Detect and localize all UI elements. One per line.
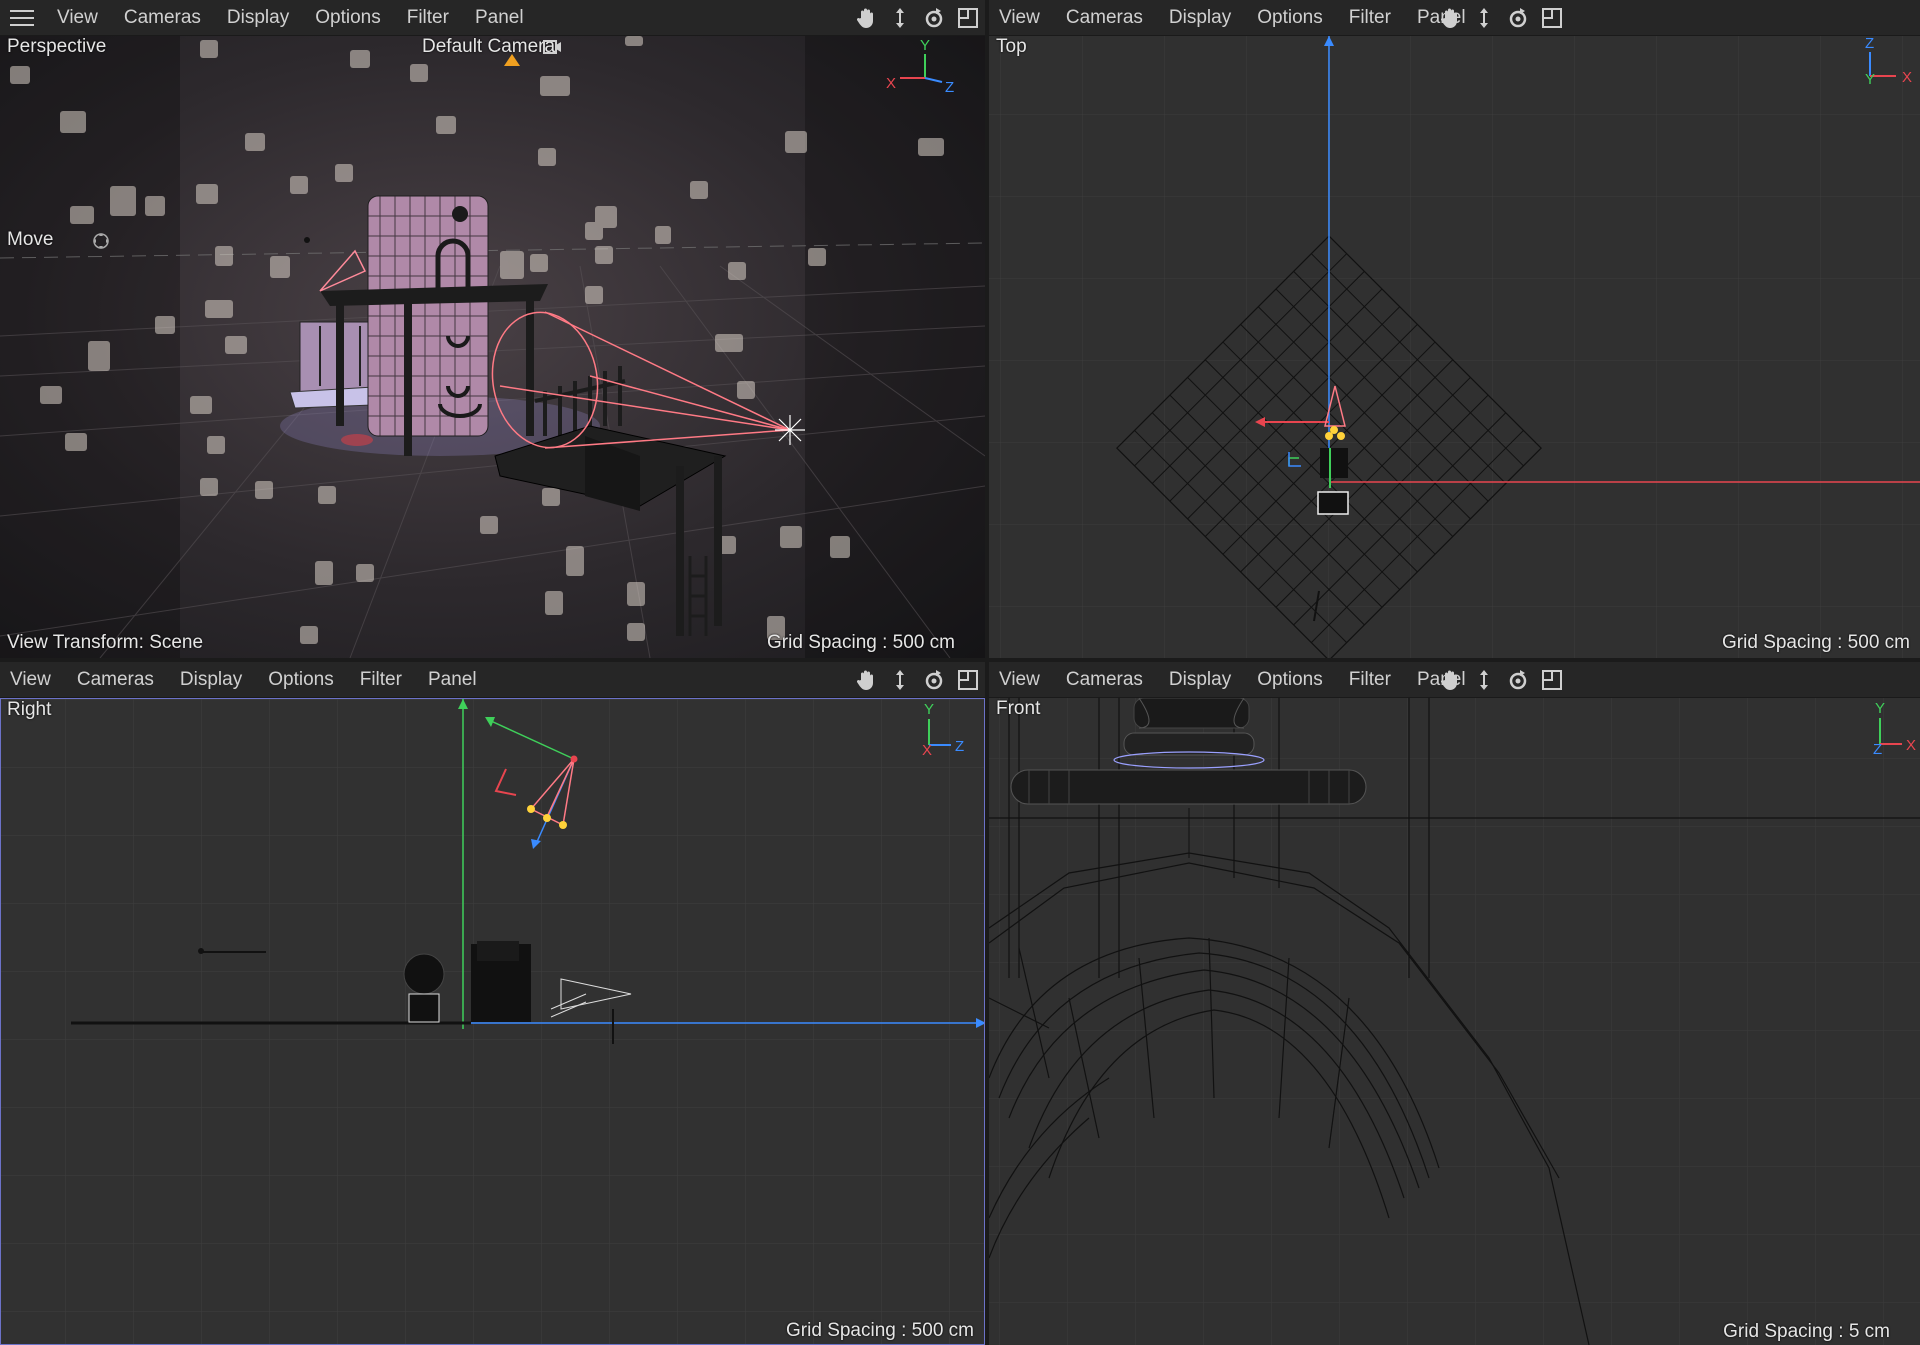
axis-gizmo: Y X Z bbox=[889, 699, 979, 767]
axis-y-text: Y bbox=[924, 701, 934, 718]
axis-gizmo: Y X Z bbox=[880, 36, 970, 106]
axis-y-text: Y bbox=[920, 37, 930, 54]
right-menubar: View Cameras Display Options Filter Pane… bbox=[0, 662, 985, 698]
pan-icon[interactable] bbox=[1437, 5, 1463, 31]
front-menubar: View Cameras Display Options Filter Pane… bbox=[989, 662, 1920, 698]
menu-cameras[interactable]: Cameras bbox=[64, 662, 167, 698]
grid-spacing-label: Grid Spacing : 500 cm bbox=[767, 632, 955, 653]
move-view-icon[interactable] bbox=[1471, 5, 1497, 31]
menu-view[interactable]: View bbox=[989, 0, 1053, 36]
perspective-pane: View Cameras Display Options Filter Pane… bbox=[0, 0, 985, 658]
right-pane: View Cameras Display Options Filter Pane… bbox=[0, 662, 985, 1345]
menu-options[interactable]: Options bbox=[302, 0, 393, 36]
camera-link-icon[interactable] bbox=[540, 36, 566, 60]
active-tool-label: Move bbox=[7, 229, 54, 250]
axis-y-text: Y bbox=[1875, 700, 1885, 717]
rotate-view-icon[interactable] bbox=[921, 5, 947, 31]
menu-cameras[interactable]: Cameras bbox=[1053, 662, 1156, 698]
move-view-icon[interactable] bbox=[887, 5, 913, 31]
menu-panel[interactable]: Panel bbox=[415, 662, 490, 698]
maximize-view-icon[interactable] bbox=[955, 5, 981, 31]
grid-spacing-label: Grid Spacing : 500 cm bbox=[1722, 632, 1910, 653]
front-pane: View Cameras Display Options Filter Pane… bbox=[989, 662, 1920, 1345]
view-tools bbox=[1437, 662, 1565, 698]
grid-spacing-label: Grid Spacing : 500 cm bbox=[786, 1320, 974, 1341]
view-name-label: Right bbox=[7, 699, 52, 720]
axis-z-text: Z bbox=[955, 738, 964, 755]
menu-hamburger-icon[interactable] bbox=[0, 0, 44, 36]
menu-cameras[interactable]: Cameras bbox=[1053, 0, 1156, 36]
front-scene bbox=[989, 698, 1920, 1345]
axis-x-text: X bbox=[922, 742, 932, 759]
maximize-view-icon[interactable] bbox=[1539, 667, 1565, 693]
view-name-label: Perspective bbox=[7, 36, 107, 57]
right-viewport[interactable]: Right Grid Spacing : 500 cm Y X Z bbox=[0, 698, 985, 1345]
menu-view[interactable]: View bbox=[44, 0, 111, 36]
view-tools bbox=[853, 0, 981, 36]
perspective-menubar: View Cameras Display Options Filter Pane… bbox=[0, 0, 985, 36]
rotate-view-icon[interactable] bbox=[1505, 5, 1531, 31]
menu-view[interactable]: View bbox=[989, 662, 1053, 698]
pan-icon[interactable] bbox=[853, 667, 879, 693]
menu-filter[interactable]: Filter bbox=[394, 0, 462, 36]
menu-display[interactable]: Display bbox=[1156, 662, 1244, 698]
maximize-view-icon[interactable] bbox=[955, 667, 981, 693]
axis-y-text: Y bbox=[1865, 71, 1875, 88]
camera-label[interactable]: Default Camera bbox=[422, 36, 555, 58]
axis-x-text: X bbox=[886, 75, 896, 92]
menu-filter[interactable]: Filter bbox=[1336, 662, 1404, 698]
menu-filter[interactable]: Filter bbox=[1336, 0, 1404, 36]
view-name-label: Top bbox=[996, 36, 1027, 57]
axis-gizmo: Z Y X bbox=[1840, 36, 1920, 104]
menu-filter[interactable]: Filter bbox=[347, 662, 415, 698]
axis-x-text: X bbox=[1906, 737, 1916, 754]
axis-gizmo: Y Z X bbox=[1840, 698, 1920, 766]
menu-view[interactable]: View bbox=[0, 662, 64, 698]
view-tools bbox=[853, 662, 981, 698]
menu-options[interactable]: Options bbox=[1244, 0, 1335, 36]
menu-panel[interactable]: Panel bbox=[462, 0, 537, 36]
menu-display[interactable]: Display bbox=[1156, 0, 1244, 36]
top-menubar: View Cameras Display Options Filter Pane… bbox=[989, 0, 1920, 36]
top-scene bbox=[989, 36, 1920, 658]
rotate-view-icon[interactable] bbox=[1505, 667, 1531, 693]
move-view-icon[interactable] bbox=[1471, 667, 1497, 693]
right-scene bbox=[1, 699, 984, 1344]
view-tools bbox=[1437, 0, 1565, 36]
view-name-label: Front bbox=[996, 698, 1041, 719]
menu-options[interactable]: Options bbox=[1244, 662, 1335, 698]
perspective-scene bbox=[0, 36, 985, 658]
pan-icon[interactable] bbox=[853, 5, 879, 31]
axis-z-text: Z bbox=[1873, 741, 1882, 758]
axis-x-text: X bbox=[1902, 69, 1912, 86]
front-viewport[interactable]: Front Grid Spacing : 5 cm Y Z X bbox=[989, 698, 1920, 1345]
grid-spacing-label: Grid Spacing : 5 cm bbox=[1723, 1321, 1890, 1342]
maximize-view-icon[interactable] bbox=[1539, 5, 1565, 31]
axis-z-text: Z bbox=[1865, 36, 1874, 52]
move-view-icon[interactable] bbox=[887, 667, 913, 693]
move-tool-icon bbox=[88, 228, 114, 254]
menu-cameras[interactable]: Cameras bbox=[111, 0, 214, 36]
top-pane: View Cameras Display Options Filter Pane… bbox=[989, 0, 1920, 658]
menu-display[interactable]: Display bbox=[167, 662, 255, 698]
top-viewport[interactable]: Top Grid Spacing : 500 cm Z Y X bbox=[989, 36, 1920, 658]
axis-z-text: Z bbox=[945, 79, 954, 96]
perspective-viewport[interactable]: Perspective Default Camera Move View Tra… bbox=[0, 36, 985, 658]
pan-icon[interactable] bbox=[1437, 667, 1463, 693]
menu-display[interactable]: Display bbox=[214, 0, 302, 36]
rotate-view-icon[interactable] bbox=[921, 667, 947, 693]
view-transform-label: View Transform: Scene bbox=[7, 632, 204, 653]
menu-options[interactable]: Options bbox=[255, 662, 346, 698]
